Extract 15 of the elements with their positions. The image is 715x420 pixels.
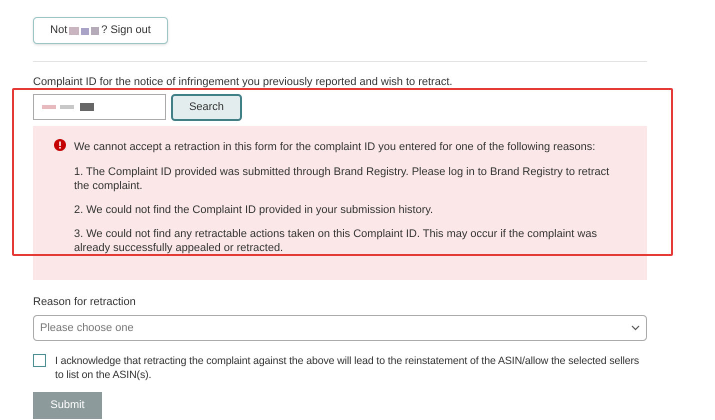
field-label: Complaint ID for the notice of infringement you previously reported and wish to retract. [33,75,454,90]
field-label: Reason for retraction [33,294,137,310]
search-button[interactable]: Search [171,94,242,120]
complaint-id-field[interactable] [33,94,166,120]
error-reason: 1. The Complaint ID provided was submitted through Brand Registry. Please log in to Brand Registry to retract the complaint. [73,165,610,193]
chevron-down-icon [631,325,640,331]
error-reason: 3. We could not find any retractable actions taken on this Complaint ID. This may occur if the complaint was already successfully appealed or retracted. [73,227,598,255]
error-message: We cannot accept a retraction in this form for the complaint ID you entered for one of the following reasons: [74,140,596,154]
acknowledge-checkbox[interactable] [33,354,46,367]
acknowledge-text: I acknowledge that retracting the complaint against the above will lead to the reinstatement of the ASIN/allow the selected sellers to list on the ASIN(s). [55,354,640,382]
error-reason: 2. We could not find the Complaint ID provided in your submission history. [73,203,434,217]
reason-select[interactable]: Please choose one [33,315,647,341]
sign-out-button[interactable]: Not ? Sign out [33,17,168,44]
error-icon [54,138,66,150]
redacted-icon [69,26,100,34]
